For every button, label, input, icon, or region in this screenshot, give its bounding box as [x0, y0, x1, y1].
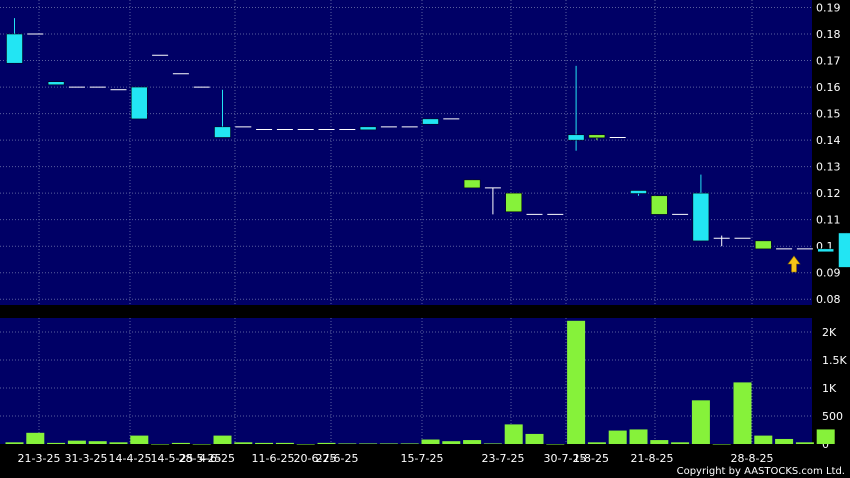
- candle-body: [692, 192, 710, 242]
- volume-bar: [67, 440, 86, 444]
- price-tick-label: 0.19: [816, 2, 841, 15]
- candle-body: [505, 192, 522, 212]
- candle-body: [422, 118, 439, 125]
- candle-body: [214, 126, 231, 138]
- price-tick-label: 0.15: [816, 108, 841, 121]
- copyright-text: Copyright by AASTOCKS.com Ltd.: [677, 466, 845, 477]
- candle-body: [567, 134, 585, 141]
- volume-bar: [109, 442, 128, 444]
- price-tick-label: 0.09: [816, 267, 841, 280]
- volume-bar: [213, 435, 232, 444]
- candle-body: [463, 179, 481, 189]
- volume-tick-label: 500: [822, 410, 843, 423]
- volume-bar: [733, 382, 752, 444]
- candle-body: [838, 232, 850, 268]
- volume-bar: [192, 444, 211, 445]
- volume-tick-label: 2K: [822, 326, 837, 339]
- price-tick-label: 0.11: [816, 214, 841, 227]
- x-tick-label: 14-4-25: [109, 452, 152, 465]
- price-tick-label: 0.08: [816, 293, 841, 306]
- candle-body: [359, 126, 377, 131]
- candle-body: [47, 81, 65, 86]
- volume-bar: [171, 442, 190, 444]
- volume-bar: [88, 441, 107, 444]
- volume-bar: [754, 435, 773, 444]
- volume-panel: 2K1.5K1K5000: [0, 318, 847, 451]
- volume-bar: [5, 442, 24, 444]
- candle-body: [755, 240, 772, 250]
- volume-bar: [671, 442, 690, 444]
- price-tick-label: 0.17: [816, 55, 841, 68]
- volume-bar: [483, 443, 502, 444]
- price-tick-label: 0.12: [816, 187, 841, 200]
- volume-tick-label: 1.5K: [822, 354, 847, 367]
- x-tick-label: 21-3-25: [18, 452, 61, 465]
- price-tick-label: 0.18: [816, 28, 841, 41]
- candle-body: [651, 195, 668, 215]
- volume-bar: [359, 443, 378, 444]
- volume-bar: [587, 442, 606, 444]
- candle-body: [6, 33, 23, 64]
- volume-bar: [338, 443, 357, 444]
- candle-body: [817, 248, 834, 253]
- x-tick-label: 28-8-25: [731, 452, 774, 465]
- volume-bar: [463, 440, 482, 444]
- volume-bar: [546, 444, 565, 445]
- stock-chart: 0.190.180.170.160.150.140.130.120.110.10…: [0, 0, 850, 478]
- volume-bar: [525, 433, 544, 444]
- volume-bar: [255, 442, 274, 444]
- volume-tick-label: 1K: [822, 382, 837, 395]
- x-tick-label: 1-8-25: [573, 452, 609, 465]
- volume-bar: [504, 424, 523, 444]
- price-tick-label: 0.13: [816, 161, 841, 174]
- volume-bar: [151, 444, 170, 445]
- volume-bar: [629, 429, 648, 444]
- x-tick-label: 23-7-25: [482, 452, 525, 465]
- x-tick-label: 21-8-25: [631, 452, 674, 465]
- volume-bar: [26, 432, 45, 444]
- volume-bar: [234, 442, 253, 444]
- x-tick-label: 11-6-25: [252, 452, 295, 465]
- volume-bar: [608, 430, 627, 444]
- x-tick-label: 15-7-25: [401, 452, 444, 465]
- candle-body: [588, 134, 606, 139]
- price-tick-label: 0.16: [816, 81, 841, 94]
- volume-bar: [691, 400, 710, 444]
- candle-body: [131, 86, 148, 120]
- volume-bar: [775, 438, 794, 444]
- volume-bar: [712, 444, 731, 445]
- volume-bar: [296, 444, 315, 445]
- volume-bar: [130, 435, 149, 444]
- volume-bar: [795, 442, 814, 444]
- volume-bar: [567, 320, 586, 444]
- price-plot-area: [0, 0, 812, 305]
- candle-body: [630, 190, 647, 194]
- volume-plot-area: [0, 318, 812, 444]
- volume-bar: [442, 441, 461, 444]
- volume-bar: [400, 443, 419, 444]
- volume-bar: [275, 442, 294, 444]
- price-panel: 0.190.180.170.160.150.140.130.120.110.10…: [0, 0, 850, 306]
- x-tick-label: 31-3-25: [65, 452, 108, 465]
- x-tick-label: 4-6-25: [199, 452, 235, 465]
- volume-bar: [317, 442, 336, 444]
- x-tick-label: 27-6-25: [316, 452, 359, 465]
- volume-bar: [816, 429, 835, 444]
- volume-bar: [47, 442, 66, 444]
- price-tick-label: 0.14: [816, 134, 841, 147]
- volume-bar: [379, 443, 398, 444]
- volume-bar: [650, 440, 669, 444]
- volume-bar: [421, 439, 440, 444]
